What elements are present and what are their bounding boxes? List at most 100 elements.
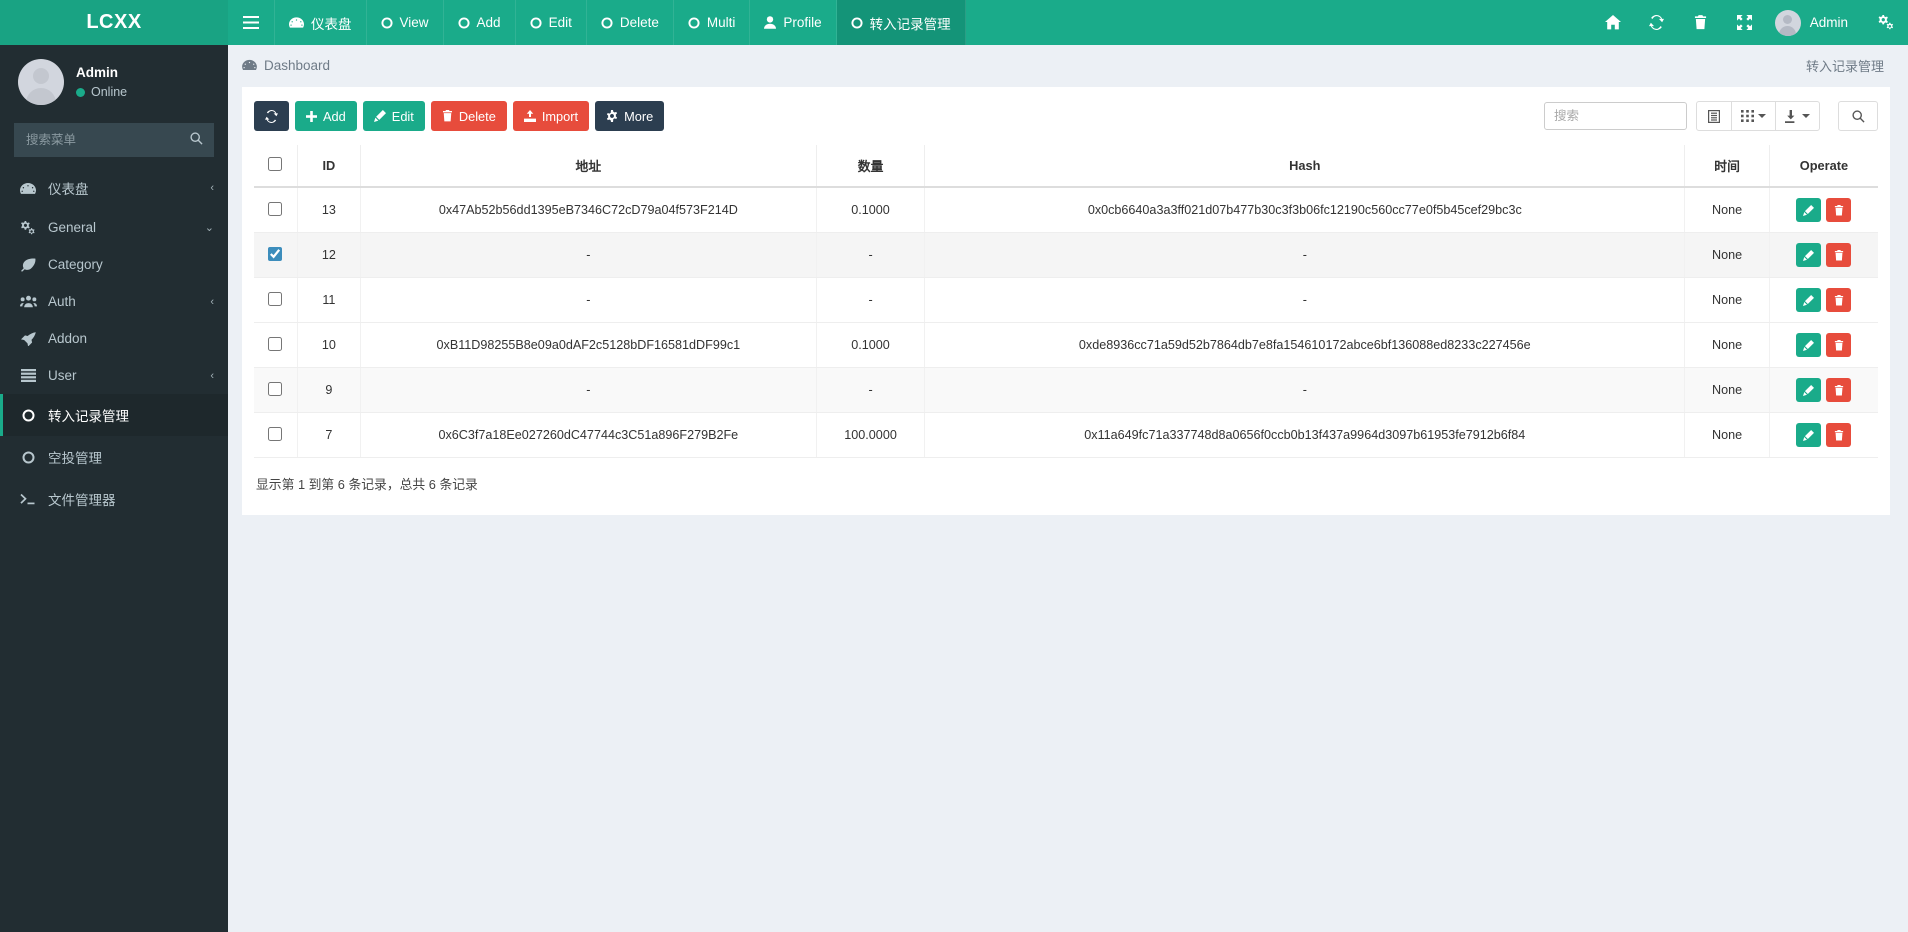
export-button[interactable] [1775, 101, 1820, 131]
column-header-address[interactable]: 地址 [360, 145, 817, 188]
nav-item-dashboard[interactable]: 仪表盘 [274, 0, 367, 45]
delete-row-button[interactable] [1826, 243, 1852, 267]
delete-row-button[interactable] [1826, 333, 1852, 357]
cell-hash: 0x11a649fc71a337748d8a0656f0ccb0b13f437a… [924, 412, 1686, 458]
row-actions [1776, 333, 1872, 357]
nav-item-label: Add [476, 15, 501, 30]
add-button[interactable]: Add [295, 101, 357, 131]
sidebar-item-label: User [48, 368, 77, 383]
sidebar-toggle-button[interactable] [228, 0, 274, 45]
column-header-amount[interactable]: 数量 [816, 145, 926, 188]
refresh-button[interactable] [254, 101, 289, 131]
toolbar-right [1544, 101, 1878, 131]
cell-id: 11 [297, 277, 361, 323]
settings-button[interactable] [1864, 0, 1908, 45]
fullscreen-icon [1737, 15, 1753, 30]
search-button[interactable] [1838, 101, 1878, 131]
records-table: ID 地址 数量 Hash 时间 Operate 13 0x47Ab52b56d… [254, 145, 1878, 458]
navbar-spacer [966, 0, 1591, 45]
sidebar-item-dashboard[interactable]: 仪表盘 ‹ [0, 167, 228, 209]
table-row[interactable]: 10 0xB11D98255B8e09a0dAF2c5128bDF16581dD… [254, 322, 1878, 368]
cell-time: None [1684, 412, 1770, 458]
cell-time: None [1684, 367, 1770, 413]
refresh-button[interactable] [1635, 0, 1679, 45]
rocket-icon [19, 331, 37, 346]
nav-item-delete[interactable]: Delete [587, 0, 674, 45]
nav-item-view[interactable]: View [367, 0, 444, 45]
row-actions [1776, 423, 1872, 447]
table-toolbar: Add Edit Delete Import More 搜索 [254, 101, 1878, 131]
delete-row-button[interactable] [1826, 378, 1852, 402]
table-panel: Add Edit Delete Import More 搜索 ID 地址 数量 … [242, 87, 1890, 515]
sidebar-search[interactable] [14, 123, 217, 157]
edit-row-button[interactable] [1796, 378, 1822, 402]
table-row[interactable]: 9 - - - None [254, 367, 1878, 413]
column-header-hash[interactable]: Hash [924, 145, 1686, 188]
delete-row-button[interactable] [1826, 288, 1852, 312]
edit-row-button[interactable] [1796, 288, 1822, 312]
row-checkbox[interactable] [268, 336, 283, 351]
select-all-checkbox[interactable] [268, 157, 283, 171]
row-checkbox[interactable] [268, 201, 283, 216]
nav-item-multi[interactable]: Multi [674, 0, 751, 45]
content-header: Dashboard 转入记录管理 [228, 45, 1908, 85]
edit-row-button[interactable] [1796, 198, 1822, 222]
cell-id: 13 [297, 187, 361, 233]
table-row[interactable]: 7 0x6C3f7a18Ee027260dC47744c3C51a896F279… [254, 412, 1878, 458]
trash-button[interactable] [1679, 0, 1723, 45]
avatar [1774, 9, 1801, 36]
sidebar-item-label: General [48, 220, 97, 235]
edit-row-button[interactable] [1796, 333, 1822, 357]
row-select-cell [254, 367, 298, 413]
sidebar-item-general[interactable]: General ⌄ [0, 209, 228, 246]
fullscreen-button[interactable] [1723, 0, 1767, 45]
search-icon[interactable] [190, 132, 203, 145]
delete-row-button[interactable] [1826, 198, 1852, 222]
search-input[interactable] [1544, 102, 1687, 130]
table-row[interactable]: 11 - - - None [254, 277, 1878, 323]
navbar-user-menu[interactable]: Admin [1767, 0, 1864, 45]
edit-row-button[interactable] [1796, 423, 1822, 447]
table-row[interactable]: 13 0x47Ab52b56dd1395eB7346C72cD79a04f573… [254, 187, 1878, 233]
hamburger-icon [243, 16, 259, 29]
sidebar-item-transfer-records[interactable]: 转入记录管理 [0, 394, 228, 436]
nav-item-transfer-records[interactable]: 转入记录管理 [836, 0, 966, 45]
cell-amount: 0.1000 [816, 322, 926, 368]
row-checkbox[interactable] [268, 381, 283, 396]
column-header-id[interactable]: ID [297, 145, 361, 188]
nav-item-profile[interactable]: Profile [750, 0, 837, 45]
refresh-icon [1649, 15, 1665, 30]
app-root: LCXX 仪表盘 View Add Edit Delete Multi Prof… [0, 0, 1908, 932]
row-checkbox[interactable] [268, 291, 283, 306]
more-button[interactable]: More [595, 101, 665, 131]
delete-button[interactable]: Delete [430, 101, 507, 131]
cell-address: - [360, 232, 817, 278]
sidebar-item-file-manager[interactable]: 文件管理器 [0, 478, 228, 520]
sidebar-item-user[interactable]: User ‹ [0, 357, 228, 394]
breadcrumb-label: Dashboard [264, 57, 331, 73]
row-checkbox[interactable] [268, 426, 283, 441]
home-button[interactable] [1591, 0, 1635, 45]
brand-logo[interactable]: LCXX [0, 0, 228, 45]
nav-item-label: Delete [619, 15, 659, 30]
column-header-time[interactable]: 时间 [1684, 145, 1770, 188]
sidebar-item-category[interactable]: Category [0, 246, 228, 283]
nav-item-add[interactable]: Add [444, 0, 516, 45]
detail-view-button[interactable] [1696, 101, 1732, 131]
nav-item-edit[interactable]: Edit [516, 0, 587, 45]
edit-row-button[interactable] [1796, 243, 1822, 267]
delete-row-button[interactable] [1826, 423, 1852, 447]
sidebar-item-addon[interactable]: Addon [0, 320, 228, 357]
pencil-icon [1803, 429, 1815, 441]
edit-button[interactable]: Edit [362, 101, 425, 131]
chevron-left-icon: ‹ [210, 295, 214, 308]
breadcrumb[interactable]: Dashboard [242, 58, 330, 73]
row-checkbox[interactable] [268, 246, 283, 261]
sidebar-item-label: 转入记录管理 [48, 409, 129, 424]
table-row[interactable]: 12 - - - None [254, 232, 1878, 278]
import-button[interactable]: Import [512, 101, 590, 131]
sidebar-item-auth[interactable]: Auth ‹ [0, 283, 228, 320]
columns-button[interactable] [1731, 101, 1776, 131]
menu-search-input[interactable] [14, 133, 217, 147]
sidebar-item-airdrop[interactable]: 空投管理 [0, 436, 228, 478]
